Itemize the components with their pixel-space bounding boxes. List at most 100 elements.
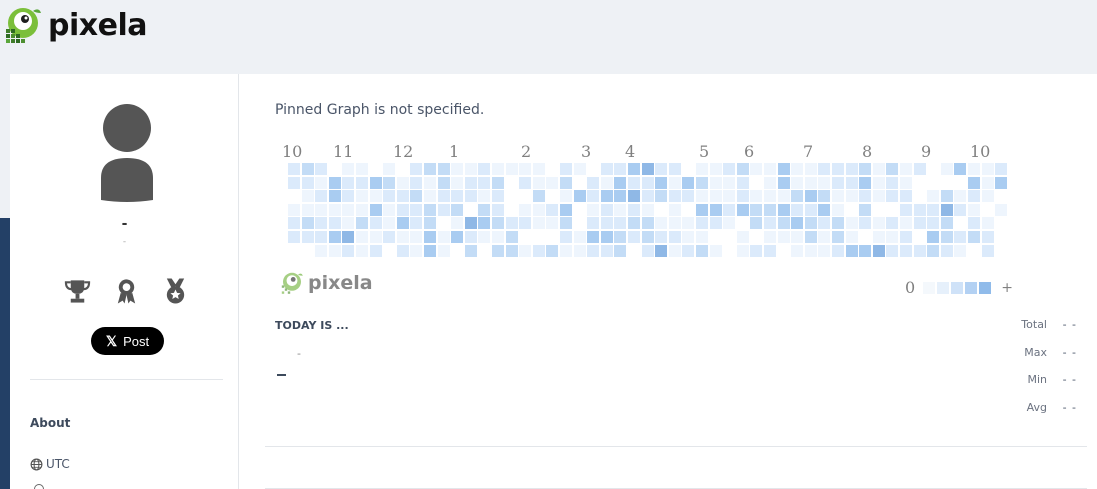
heatmap-cell[interactable] bbox=[492, 203, 504, 216]
heatmap-cell[interactable] bbox=[886, 231, 899, 243]
heatmap-cell[interactable] bbox=[777, 217, 790, 230]
heatmap-cell[interactable] bbox=[872, 217, 885, 230]
heatmap-cell[interactable] bbox=[832, 244, 844, 257]
heatmap-cell[interactable] bbox=[342, 176, 355, 189]
heatmap-cell[interactable] bbox=[328, 176, 341, 189]
heatmap-cell[interactable] bbox=[505, 217, 518, 230]
heatmap-cell[interactable] bbox=[451, 231, 464, 243]
heatmap-cell[interactable] bbox=[832, 203, 844, 216]
heatmap-cell[interactable] bbox=[954, 203, 967, 216]
heatmap-cell[interactable] bbox=[736, 244, 749, 257]
heatmap-cell[interactable] bbox=[859, 244, 872, 257]
heatmap-cell[interactable] bbox=[328, 244, 341, 257]
heatmap-cell[interactable] bbox=[791, 217, 804, 230]
heatmap-cell[interactable] bbox=[872, 231, 885, 243]
heatmap-cell[interactable] bbox=[818, 231, 831, 243]
heatmap-cell[interactable] bbox=[668, 244, 681, 257]
heatmap-cell[interactable] bbox=[546, 217, 559, 230]
heatmap-cell[interactable] bbox=[764, 231, 776, 243]
heatmap-cell[interactable] bbox=[315, 231, 328, 243]
graph-pixela-logo[interactable]: pixela bbox=[280, 271, 373, 295]
heatmap-cell[interactable] bbox=[913, 244, 926, 257]
heatmap-cell[interactable] bbox=[927, 190, 940, 203]
heatmap-cell[interactable] bbox=[492, 231, 504, 243]
heatmap-cell[interactable] bbox=[614, 244, 627, 257]
heatmap-cell[interactable] bbox=[546, 190, 559, 203]
heatmap-cell[interactable] bbox=[478, 231, 491, 243]
heatmap-cell[interactable] bbox=[383, 176, 396, 189]
heatmap-cell[interactable] bbox=[587, 163, 600, 175]
heatmap-cell[interactable] bbox=[288, 190, 300, 203]
heatmap-cell[interactable] bbox=[900, 176, 912, 189]
heatmap-cell[interactable] bbox=[777, 176, 790, 189]
heatmap-cell[interactable] bbox=[872, 163, 885, 175]
heatmap-cell[interactable] bbox=[600, 231, 613, 243]
heatmap-cell[interactable] bbox=[723, 163, 736, 175]
heatmap-cell[interactable] bbox=[886, 176, 899, 189]
heatmap-cell[interactable] bbox=[723, 231, 736, 243]
heatmap-cell[interactable] bbox=[464, 190, 477, 203]
heatmap-cell[interactable] bbox=[954, 190, 967, 203]
heatmap-cell[interactable] bbox=[750, 244, 763, 257]
heatmap-cell[interactable] bbox=[600, 163, 613, 175]
heatmap-cell[interactable] bbox=[315, 176, 328, 189]
heatmap-cell[interactable] bbox=[492, 176, 504, 189]
heatmap-cell[interactable] bbox=[981, 176, 994, 189]
heatmap-cell[interactable] bbox=[641, 244, 654, 257]
heatmap-cell[interactable] bbox=[328, 231, 341, 243]
heatmap-cell[interactable] bbox=[954, 231, 967, 243]
heatmap-cell[interactable] bbox=[668, 203, 681, 216]
heatmap-cell[interactable] bbox=[900, 163, 912, 175]
heatmap-cell[interactable] bbox=[668, 163, 681, 175]
heatmap-cell[interactable] bbox=[818, 176, 831, 189]
heatmap-cell[interactable] bbox=[845, 163, 858, 175]
heatmap-cell[interactable] bbox=[750, 190, 763, 203]
heatmap-cell[interactable] bbox=[859, 190, 872, 203]
heatmap-cell[interactable] bbox=[709, 163, 722, 175]
heatmap-cell[interactable] bbox=[736, 163, 749, 175]
heatmap-cell[interactable] bbox=[886, 203, 899, 216]
heatmap-cell[interactable] bbox=[505, 244, 518, 257]
heatmap-cell[interactable] bbox=[709, 231, 722, 243]
heatmap-cell[interactable] bbox=[315, 190, 328, 203]
heatmap-cell[interactable] bbox=[750, 176, 763, 189]
heatmap-cell[interactable] bbox=[614, 163, 627, 175]
heatmap-cell[interactable] bbox=[791, 163, 804, 175]
heatmap-cell[interactable] bbox=[342, 231, 355, 243]
heatmap-cell[interactable] bbox=[628, 203, 640, 216]
heatmap-cell[interactable] bbox=[587, 176, 600, 189]
heatmap-cell[interactable] bbox=[464, 217, 477, 230]
heatmap-cell[interactable] bbox=[315, 217, 328, 230]
heatmap-cell[interactable] bbox=[288, 203, 300, 216]
heatmap-cell[interactable] bbox=[736, 231, 749, 243]
heatmap-cell[interactable] bbox=[832, 217, 844, 230]
heatmap-cell[interactable] bbox=[668, 231, 681, 243]
heatmap-cell[interactable] bbox=[927, 231, 940, 243]
heatmap-cell[interactable] bbox=[519, 190, 532, 203]
heatmap-cell[interactable] bbox=[968, 163, 980, 175]
heatmap-cell[interactable] bbox=[940, 217, 953, 230]
heatmap-cell[interactable] bbox=[641, 217, 654, 230]
heatmap-cell[interactable] bbox=[682, 203, 695, 216]
heatmap-cell[interactable] bbox=[546, 203, 559, 216]
heatmap-cell[interactable] bbox=[696, 163, 708, 175]
heatmap-cell[interactable] bbox=[424, 163, 436, 175]
heatmap-cell[interactable] bbox=[641, 203, 654, 216]
heatmap-cell[interactable] bbox=[519, 217, 532, 230]
heatmap-cell[interactable] bbox=[560, 203, 572, 216]
heatmap-cell[interactable] bbox=[478, 176, 491, 189]
heatmap-cell[interactable] bbox=[424, 217, 436, 230]
heatmap-cell[interactable] bbox=[968, 244, 980, 257]
heatmap-cell[interactable] bbox=[682, 190, 695, 203]
heatmap-cell[interactable] bbox=[628, 190, 640, 203]
heatmap-cell[interactable] bbox=[832, 231, 844, 243]
heatmap-cell[interactable] bbox=[356, 217, 368, 230]
heatmap-cell[interactable] bbox=[954, 176, 967, 189]
heatmap-cell[interactable] bbox=[396, 231, 409, 243]
heatmap-cell[interactable] bbox=[655, 217, 668, 230]
heatmap-cell[interactable] bbox=[995, 163, 1008, 175]
heatmap-cell[interactable] bbox=[832, 190, 844, 203]
heatmap-cell[interactable] bbox=[532, 190, 545, 203]
heatmap-cell[interactable] bbox=[532, 203, 545, 216]
heatmap-cell[interactable] bbox=[791, 244, 804, 257]
